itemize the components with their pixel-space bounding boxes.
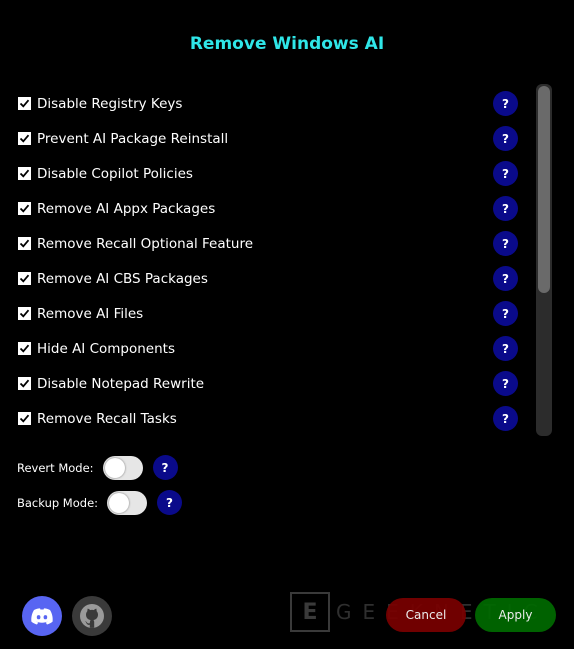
option-label: Prevent AI Package Reinstall bbox=[37, 130, 229, 147]
revert-mode-row: Revert Mode: ? bbox=[17, 455, 178, 480]
option-label: Remove Recall Tasks bbox=[37, 410, 177, 427]
checkbox[interactable] bbox=[18, 377, 31, 390]
checkbox[interactable] bbox=[18, 97, 31, 110]
option-label: Remove AI Appx Packages bbox=[37, 200, 216, 217]
backup-mode-toggle[interactable] bbox=[107, 490, 148, 515]
scroll-thumb[interactable] bbox=[538, 86, 550, 293]
backup-mode-row: Backup Mode: ? bbox=[17, 490, 183, 515]
checkbox[interactable] bbox=[18, 307, 31, 320]
option-label: Hide AI Components bbox=[37, 340, 175, 357]
help-icon[interactable]: ? bbox=[157, 490, 183, 515]
watermark-box: E bbox=[290, 592, 330, 632]
help-icon[interactable]: ? bbox=[493, 196, 518, 221]
revert-mode-label: Revert Mode: bbox=[17, 460, 94, 475]
option-label: Disable Notepad Rewrite bbox=[37, 375, 205, 392]
options-list: Disable Registry Keys ? Prevent AI Packa… bbox=[18, 86, 520, 436]
checkbox[interactable] bbox=[18, 202, 31, 215]
option-disable-registry-keys[interactable]: Disable Registry Keys ? bbox=[18, 86, 520, 121]
cancel-button[interactable]: Cancel bbox=[386, 598, 466, 632]
help-icon[interactable]: ? bbox=[493, 91, 518, 116]
help-icon[interactable]: ? bbox=[493, 371, 518, 396]
checkbox[interactable] bbox=[18, 167, 31, 180]
option-hide-ai-components[interactable]: Hide AI Components ? bbox=[18, 331, 520, 366]
help-icon[interactable]: ? bbox=[493, 126, 518, 151]
option-remove-recall-tasks[interactable]: Remove Recall Tasks ? bbox=[18, 401, 520, 436]
toggle-knob bbox=[109, 492, 130, 513]
toggle-knob bbox=[104, 457, 125, 478]
discord-icon[interactable] bbox=[22, 596, 62, 636]
option-prevent-ai-package-reinstall[interactable]: Prevent AI Package Reinstall ? bbox=[18, 121, 520, 156]
help-icon[interactable]: ? bbox=[493, 161, 518, 186]
option-label: Remove Recall Optional Feature bbox=[37, 235, 254, 252]
checkbox[interactable] bbox=[18, 237, 31, 250]
help-icon[interactable]: ? bbox=[493, 336, 518, 361]
checkbox[interactable] bbox=[18, 272, 31, 285]
apply-button[interactable]: Apply bbox=[475, 598, 556, 632]
revert-mode-toggle[interactable] bbox=[102, 455, 143, 480]
option-label: Disable Registry Keys bbox=[37, 95, 183, 112]
checkbox[interactable] bbox=[18, 132, 31, 145]
scrollbar[interactable] bbox=[536, 84, 552, 436]
help-icon[interactable]: ? bbox=[493, 301, 518, 326]
checkbox[interactable] bbox=[18, 412, 31, 425]
option-remove-ai-appx-packages[interactable]: Remove AI Appx Packages ? bbox=[18, 191, 520, 226]
option-label: Remove AI CBS Packages bbox=[37, 270, 208, 287]
help-icon[interactable]: ? bbox=[493, 266, 518, 291]
page-title: Remove Windows AI bbox=[189, 34, 385, 54]
backup-mode-label: Backup Mode: bbox=[17, 495, 99, 510]
option-disable-copilot-policies[interactable]: Disable Copilot Policies ? bbox=[18, 156, 520, 191]
help-icon[interactable]: ? bbox=[493, 406, 518, 431]
help-icon[interactable]: ? bbox=[152, 455, 178, 480]
option-label: Disable Copilot Policies bbox=[37, 165, 193, 182]
option-label: Remove AI Files bbox=[37, 305, 144, 322]
option-disable-notepad-rewrite[interactable]: Disable Notepad Rewrite ? bbox=[18, 366, 520, 401]
option-remove-ai-files[interactable]: Remove AI Files ? bbox=[18, 296, 520, 331]
checkbox[interactable] bbox=[18, 342, 31, 355]
help-icon[interactable]: ? bbox=[493, 231, 518, 256]
option-remove-recall-optional-feature[interactable]: Remove Recall Optional Feature ? bbox=[18, 226, 520, 261]
option-remove-ai-cbs-packages[interactable]: Remove AI CBS Packages ? bbox=[18, 261, 520, 296]
github-icon[interactable] bbox=[72, 596, 112, 636]
